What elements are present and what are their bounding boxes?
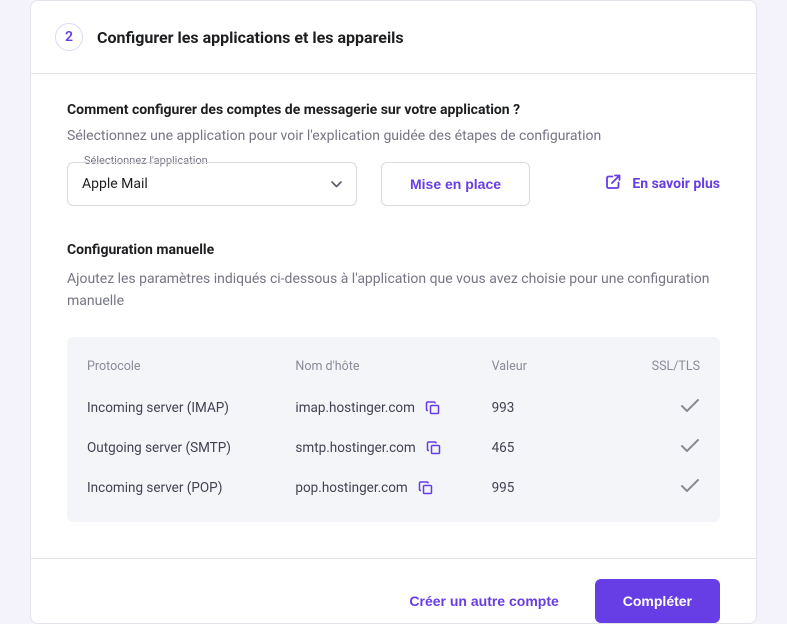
config-table: Protocole Nom d'hôte Valeur SSL/TLS Inco… (67, 337, 720, 522)
copy-icon[interactable] (418, 480, 434, 496)
external-link-icon (604, 173, 622, 195)
manual-config-desc: Ajoutez les paramètres indiqués ci-desso… (67, 268, 720, 313)
header-ssl: SSL/TLS (614, 359, 700, 388)
application-select-wrap: Sélectionnez l'application Apple Mail (67, 162, 357, 206)
cell-protocol: Incoming server (POP) (87, 468, 295, 508)
cell-protocol: Incoming server (IMAP) (87, 388, 295, 428)
copy-icon[interactable] (425, 400, 441, 416)
cell-value: 993 (492, 388, 615, 428)
learn-more-label: En savoir plus (632, 176, 720, 192)
card-footer: Créer un autre compte Compléter (31, 558, 756, 623)
table-row: Incoming server (IMAP)imap.hostinger.com… (87, 388, 700, 428)
copy-icon[interactable] (426, 440, 442, 456)
step-number-badge: 2 (55, 23, 83, 51)
check-icon (680, 398, 700, 414)
learn-more-link[interactable]: En savoir plus (604, 173, 720, 195)
header-host: Nom d'hôte (295, 359, 491, 388)
select-value: Apple Mail (82, 176, 148, 192)
cell-protocol: Outgoing server (SMTP) (87, 428, 295, 468)
question-title: Comment configurer des comptes de messag… (67, 102, 720, 118)
table-row: Outgoing server (SMTP)smtp.hostinger.com… (87, 428, 700, 468)
chevron-down-icon (331, 176, 342, 192)
cell-value: 465 (492, 428, 615, 468)
header-value: Valeur (492, 359, 615, 388)
question-desc: Sélectionnez une application pour voir l… (67, 128, 720, 144)
config-card: 2 Configurer les applications et les app… (30, 0, 757, 624)
manual-config-title: Configuration manuelle (67, 242, 720, 258)
header-protocol: Protocole (87, 359, 295, 388)
complete-button[interactable]: Compléter (595, 579, 720, 623)
check-icon (680, 438, 700, 454)
check-icon (680, 478, 700, 494)
card-header: 2 Configurer les applications et les app… (31, 1, 756, 74)
cell-host: smtp.hostinger.com (295, 440, 415, 456)
card-title: Configurer les applications et les appar… (97, 28, 404, 47)
table-row: Incoming server (POP)pop.hostinger.com 99… (87, 468, 700, 508)
setup-button[interactable]: Mise en place (381, 162, 530, 206)
card-body: Comment configurer des comptes de messag… (31, 74, 756, 558)
cell-host: pop.hostinger.com (295, 480, 407, 496)
controls-row: Sélectionnez l'application Apple Mail Mi… (67, 162, 720, 206)
create-another-button[interactable]: Créer un autre compte (393, 581, 574, 621)
application-select[interactable]: Apple Mail (67, 162, 357, 206)
cell-host: imap.hostinger.com (295, 400, 415, 416)
cell-value: 995 (492, 468, 615, 508)
